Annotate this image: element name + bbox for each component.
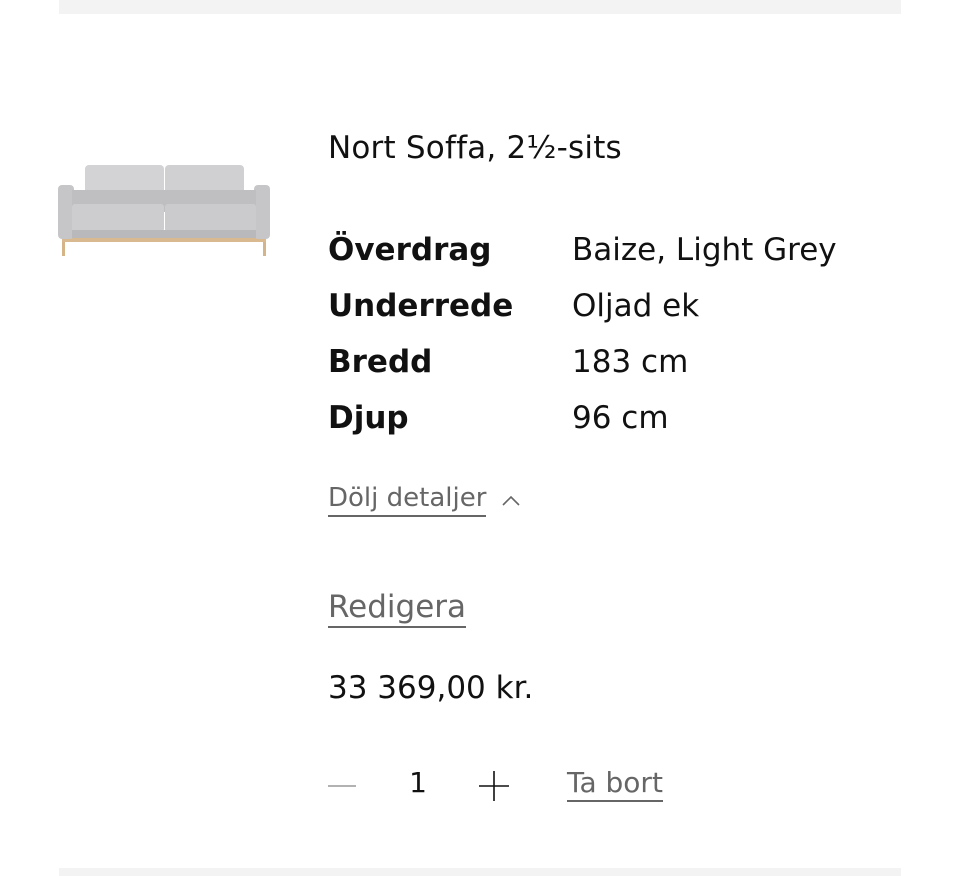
hide-details-label[interactable]: Dölj detaljer <box>328 482 487 517</box>
spec-row-underrede: Underrede Oljad ek <box>328 288 888 344</box>
product-title: Nort Soffa, 2½-sits <box>328 130 622 166</box>
spec-row-bredd: Bredd 183 cm <box>328 344 888 400</box>
spec-value: 183 cm <box>572 344 689 380</box>
divider-bottom <box>59 868 901 876</box>
quantity-value: 1 <box>409 766 427 799</box>
spec-value: Baize, Light Grey <box>572 232 837 268</box>
plus-icon[interactable] <box>476 768 512 804</box>
sofa-image <box>58 165 270 256</box>
spec-label: Överdrag <box>328 232 492 268</box>
divider-top <box>59 0 901 14</box>
spec-label: Djup <box>328 400 409 436</box>
edit-link[interactable]: Redigera <box>328 588 467 628</box>
spec-value: Oljad ek <box>572 288 700 324</box>
chevron-up-icon[interactable] <box>500 492 522 508</box>
product-image <box>58 160 270 260</box>
spec-label: Underrede <box>328 288 514 324</box>
price: 33 369,00 kr. <box>328 670 534 706</box>
spec-table: Överdrag Baize, Light Grey Underrede Olj… <box>328 232 888 456</box>
spec-label: Bredd <box>328 344 433 380</box>
minus-icon[interactable] <box>326 768 358 804</box>
remove-button[interactable]: Ta bort <box>567 766 663 802</box>
spec-row-djup: Djup 96 cm <box>328 400 888 456</box>
hide-details-toggle[interactable]: Dölj detaljer <box>328 482 522 517</box>
spec-row-overdrag: Överdrag Baize, Light Grey <box>328 232 888 288</box>
spec-value: 96 cm <box>572 400 669 436</box>
